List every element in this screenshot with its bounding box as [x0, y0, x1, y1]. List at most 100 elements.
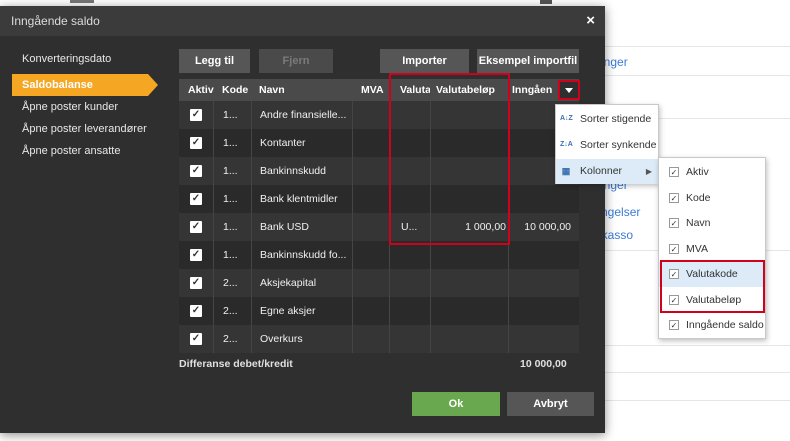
- column-context-menu: A↓Z Sorter stigende Z↓A Sorter synkende …: [555, 104, 659, 184]
- column-header-aktiv[interactable]: Aktiv: [188, 79, 218, 101]
- active-checkbox[interactable]: ✓: [190, 221, 202, 233]
- active-checkbox[interactable]: ✓: [190, 165, 202, 177]
- mva-cell[interactable]: [361, 297, 389, 325]
- name-cell[interactable]: Egne aksjer: [260, 297, 355, 325]
- sidebar-item-saldobalanse[interactable]: Saldobalanse: [12, 74, 158, 96]
- code-cell[interactable]: 1...: [223, 213, 253, 241]
- remove-button[interactable]: Fjern: [259, 49, 333, 73]
- sidebar-item-apne-poster-ansatte[interactable]: Åpne poster ansatte: [12, 140, 152, 162]
- name-cell[interactable]: Bankinnskudd: [260, 157, 355, 185]
- column-header-inngaende[interactable]: Inngåen: [512, 79, 554, 101]
- name-cell[interactable]: Kontanter: [260, 129, 355, 157]
- currency-cell[interactable]: [401, 269, 431, 297]
- currency-cell[interactable]: [401, 325, 431, 353]
- bg-divider: [600, 75, 790, 76]
- opening-balance-cell[interactable]: 10 000,00: [509, 213, 571, 241]
- table-row[interactable]: ✓ 1... Kontanter: [179, 129, 579, 157]
- bg-divider: [600, 400, 790, 401]
- opening-balance-cell[interactable]: [509, 325, 571, 353]
- column-header-mva[interactable]: MVA: [361, 79, 389, 101]
- column-header-navn[interactable]: Navn: [259, 79, 354, 101]
- table-row[interactable]: ✓ 2... Overkurs: [179, 325, 579, 353]
- table-row[interactable]: ✓ 2... Egne aksjer: [179, 297, 579, 325]
- active-checkbox[interactable]: ✓: [190, 333, 202, 345]
- mva-cell[interactable]: [361, 241, 389, 269]
- sidebar-item-apne-poster-leverandorer[interactable]: Åpne poster leverandører: [12, 118, 152, 140]
- add-button[interactable]: Legg til: [179, 49, 250, 73]
- code-cell[interactable]: 1...: [223, 185, 253, 213]
- menu-item-columns[interactable]: ▦ Kolonner ▶: [556, 159, 658, 184]
- code-cell[interactable]: 2...: [223, 325, 253, 353]
- checkbox-icon[interactable]: ✓: [669, 320, 679, 330]
- table-row[interactable]: ✓ 1... Andre finansielle...: [179, 101, 579, 129]
- column-toggle-item[interactable]: ✓ Inngående saldo: [659, 313, 765, 338]
- menu-item-sort-ascending[interactable]: A↓Z Sorter stigende: [556, 107, 658, 132]
- currency-amount-cell[interactable]: [431, 241, 506, 269]
- code-cell[interactable]: 2...: [223, 297, 253, 325]
- currency-cell[interactable]: [401, 241, 431, 269]
- opening-balance-cell[interactable]: [509, 185, 571, 213]
- currency-amount-cell[interactable]: [431, 269, 506, 297]
- sidebar-item-apne-poster-kunder[interactable]: Åpne poster kunder: [12, 96, 152, 118]
- name-cell[interactable]: Bankinnskudd fo...: [260, 241, 355, 269]
- code-cell[interactable]: 1...: [223, 157, 253, 185]
- column-toggle-item[interactable]: ✓ Navn: [659, 211, 765, 236]
- opening-balance-cell[interactable]: [509, 241, 571, 269]
- name-cell[interactable]: Andre finansielle...: [260, 101, 355, 129]
- menu-item-sort-descending[interactable]: Z↓A Sorter synkende: [556, 133, 658, 158]
- currency-amount-cell[interactable]: [431, 325, 506, 353]
- sidebar-item-konverteringsdato[interactable]: Konverteringsdato: [12, 48, 152, 70]
- active-checkbox[interactable]: ✓: [190, 249, 202, 261]
- mva-cell[interactable]: [361, 157, 389, 185]
- name-cell[interactable]: Overkurs: [260, 325, 355, 353]
- example-import-file-button[interactable]: Eksempel importfil: [477, 49, 579, 73]
- opening-balance-cell[interactable]: [509, 269, 571, 297]
- currency-cell[interactable]: [401, 297, 431, 325]
- checkbox-icon[interactable]: ✓: [669, 243, 679, 254]
- code-cell[interactable]: 2...: [223, 269, 253, 297]
- menu-item-label: Kolonner: [580, 165, 623, 177]
- table-row[interactable]: ✓ 1... Bank klentmidler: [179, 185, 579, 213]
- mva-cell[interactable]: [361, 325, 389, 353]
- ok-button[interactable]: Ok: [412, 392, 500, 416]
- opening-balance-cell[interactable]: [509, 297, 571, 325]
- active-checkbox[interactable]: ✓: [190, 305, 202, 317]
- mva-cell[interactable]: [361, 129, 389, 157]
- name-cell[interactable]: Bank USD: [260, 213, 355, 241]
- mva-cell[interactable]: [361, 185, 389, 213]
- column-toggle-label: MVA: [686, 242, 708, 255]
- name-cell[interactable]: Aksjekapital: [260, 269, 355, 297]
- table-row[interactable]: ✓ 1... Bank USD U... 1 000,00 10 000,00: [179, 213, 579, 241]
- mva-cell[interactable]: [361, 213, 389, 241]
- cancel-button[interactable]: Avbryt: [507, 392, 594, 416]
- table-row[interactable]: ✓ 2... Aksjekapital: [179, 269, 579, 297]
- table-row[interactable]: ✓ 1... Bankinnskudd: [179, 157, 579, 185]
- column-toggle-label: Aktiv: [686, 166, 709, 178]
- mva-cell[interactable]: [361, 269, 389, 297]
- checkbox-icon[interactable]: ✓: [669, 192, 679, 203]
- active-checkbox[interactable]: ✓: [190, 193, 202, 205]
- active-checkbox[interactable]: ✓: [190, 109, 202, 121]
- column-toggle-label: Inngående saldo: [686, 319, 764, 331]
- dialog-titlebar: Inngående saldo ×: [0, 6, 605, 36]
- active-checkbox[interactable]: ✓: [190, 277, 202, 289]
- code-cell[interactable]: 1...: [223, 241, 253, 269]
- checkbox-icon[interactable]: ✓: [669, 218, 679, 228]
- column-toggle-label: Kode: [686, 191, 711, 204]
- column-toggle-item[interactable]: ✓ Kode: [659, 186, 765, 211]
- code-cell[interactable]: 1...: [223, 129, 253, 157]
- close-icon[interactable]: ×: [586, 12, 595, 29]
- mva-cell[interactable]: [361, 101, 389, 129]
- difference-value: 10 000,00: [520, 358, 567, 370]
- code-cell[interactable]: 1...: [223, 101, 253, 129]
- checkbox-icon[interactable]: ✓: [669, 167, 679, 177]
- column-header-kode[interactable]: Kode: [222, 79, 252, 101]
- active-checkbox[interactable]: ✓: [190, 137, 202, 149]
- column-menu-dropdown-button[interactable]: [558, 80, 580, 100]
- column-toggle-item[interactable]: ✓ Aktiv: [659, 160, 765, 185]
- import-button[interactable]: Importer: [380, 49, 469, 73]
- table-row[interactable]: ✓ 1... Bankinnskudd fo...: [179, 241, 579, 269]
- currency-amount-cell[interactable]: [431, 297, 506, 325]
- column-toggle-item[interactable]: ✓ MVA: [659, 237, 765, 262]
- name-cell[interactable]: Bank klentmidler: [260, 185, 355, 213]
